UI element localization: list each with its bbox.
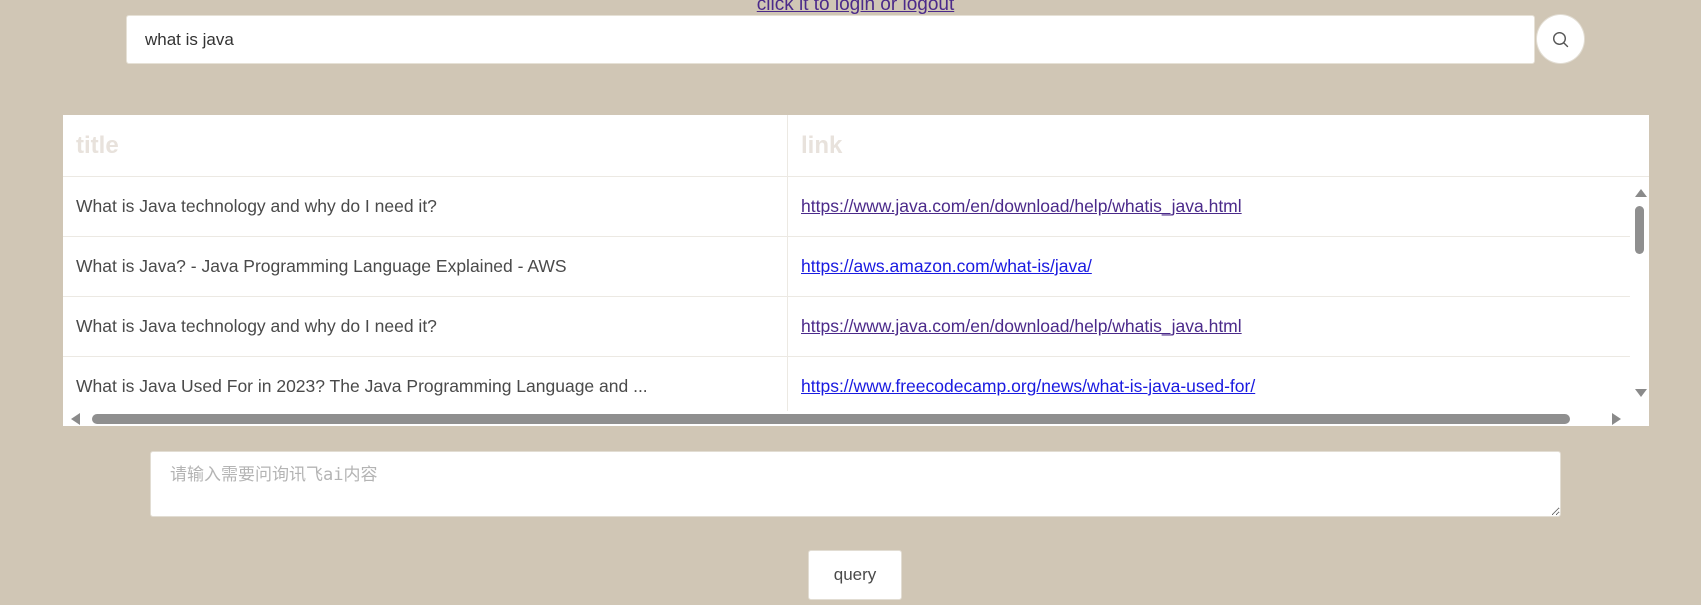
scroll-left-arrow-icon[interactable] (71, 413, 80, 425)
row-link[interactable]: https://aws.amazon.com/what-is/java/ (801, 237, 1092, 296)
ai-query-input[interactable] (150, 451, 1561, 517)
row-title: What is Java technology and why do I nee… (76, 316, 437, 336)
row-title: What is Java? - Java Programming Languag… (76, 256, 567, 276)
column-header-title: title (76, 131, 119, 159)
row-link[interactable]: https://www.freecodecamp.org/news/what-i… (801, 357, 1255, 411)
vertical-scrollbar[interactable] (1630, 177, 1649, 411)
search-icon (1552, 31, 1569, 47)
table-row: What is Java technology and why do I nee… (63, 297, 1630, 357)
row-link[interactable]: https://www.java.com/en/download/help/wh… (801, 297, 1242, 356)
login-logout-link[interactable]: click it to login or logout (0, 0, 1701, 16)
row-title: What is Java Used For in 2023? The Java … (76, 376, 648, 396)
page: click it to login or logout title link W… (0, 0, 1701, 605)
search-button[interactable] (1536, 14, 1585, 64)
table-header: title link (63, 115, 1649, 177)
table-row: What is Java technology and why do I nee… (63, 177, 1630, 237)
vertical-scrollbar-thumb[interactable] (1635, 206, 1644, 254)
results-table: title link What is Java technology and w… (63, 115, 1649, 426)
row-link[interactable]: https://www.java.com/en/download/help/wh… (801, 177, 1242, 236)
row-title: What is Java technology and why do I nee… (76, 196, 437, 216)
table-row: What is Java Used For in 2023? The Java … (63, 357, 1630, 411)
horizontal-scrollbar-thumb[interactable] (92, 414, 1570, 424)
table-row: What is Java? - Java Programming Languag… (63, 237, 1630, 297)
column-header-link: link (801, 131, 843, 159)
scroll-up-arrow-icon[interactable] (1635, 189, 1647, 197)
query-button[interactable]: query (808, 550, 902, 600)
scroll-down-arrow-icon[interactable] (1635, 389, 1647, 397)
table-body[interactable]: What is Java technology and why do I nee… (63, 177, 1630, 411)
search-input[interactable] (126, 15, 1535, 64)
horizontal-scrollbar[interactable] (63, 411, 1649, 426)
scroll-right-arrow-icon[interactable] (1612, 413, 1621, 425)
